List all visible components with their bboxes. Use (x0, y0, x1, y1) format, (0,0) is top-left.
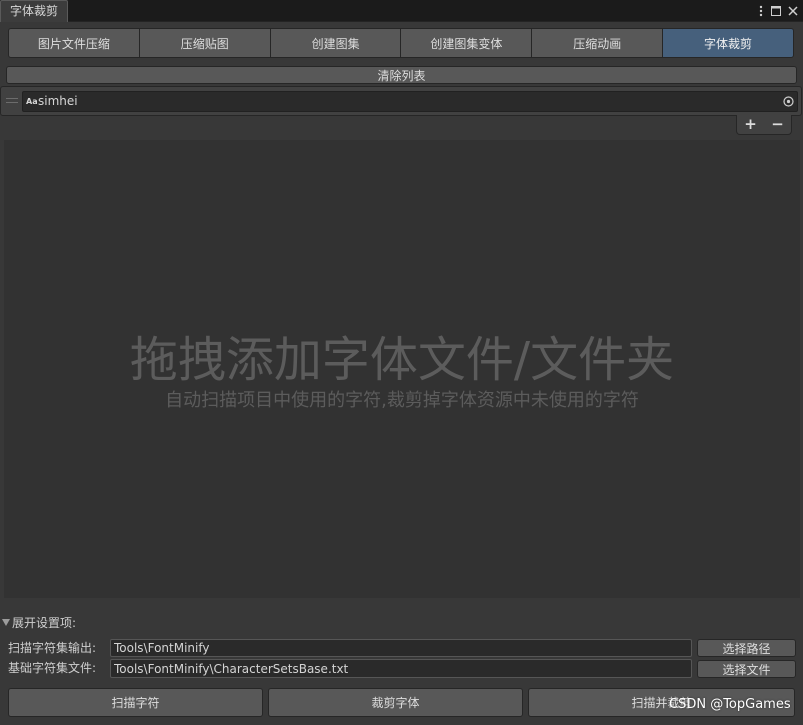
scan-output-path-field[interactable] (110, 639, 692, 657)
base-charset-file-field[interactable] (110, 659, 692, 678)
tab-create-atlas[interactable]: 创建图集 (269, 28, 402, 58)
settings-foldout[interactable]: 展开设置项: (2, 614, 76, 630)
tab-create-atlas-variant[interactable]: 创建图集变体 (400, 28, 533, 58)
trim-font-button[interactable]: 裁剪字体 (268, 688, 523, 717)
window-tab[interactable]: 字体裁剪 (0, 0, 68, 22)
tab-image-file-compress[interactable]: 图片文件压缩 (8, 28, 140, 58)
scan-output-label: 扫描字符集输出: (8, 641, 97, 655)
list-footer: + − (736, 115, 792, 135)
select-file-button[interactable]: 选择文件 (697, 660, 796, 678)
foldout-arrow-icon (2, 618, 10, 626)
font-object-field[interactable]: Aa simhei (22, 91, 798, 112)
tool-toolbar: 图片文件压缩 压缩贴图 创建图集 创建图集变体 压缩动画 字体裁剪 (8, 28, 794, 58)
drop-area-title: 拖拽添加字体文件/文件夹 (129, 332, 675, 388)
add-item-button[interactable]: + (737, 115, 764, 134)
tab-animation-compress[interactable]: 压缩动画 (531, 28, 664, 58)
object-picker-icon[interactable] (782, 95, 795, 108)
drag-handle-icon[interactable] (6, 98, 18, 103)
tab-font-trim[interactable]: 字体裁剪 (662, 28, 794, 58)
settings-foldout-label: 展开设置项: (12, 615, 77, 630)
drop-area-subtitle: 自动扫描项目中使用的字符,裁剪掉字体资源中未使用的字符 (165, 390, 639, 411)
more-vert-icon[interactable] (754, 4, 768, 18)
scan-characters-button[interactable]: 扫描字符 (8, 688, 263, 717)
window-tab-bar: 字体裁剪 (0, 0, 803, 22)
clear-list-button[interactable]: 清除列表 (6, 66, 797, 84)
font-object-name: simhei (38, 94, 78, 108)
maximize-icon[interactable] (769, 4, 783, 18)
drop-area[interactable]: 拖拽添加字体文件/文件夹 自动扫描项目中使用的字符,裁剪掉字体资源中未使用的字符 (4, 140, 800, 598)
tab-texture-compress[interactable]: 压缩贴图 (138, 28, 271, 58)
remove-item-button[interactable]: − (764, 115, 791, 134)
watermark: CSDN @TopGames (669, 697, 791, 712)
base-charset-label: 基础字符集文件: (8, 661, 97, 675)
select-path-button[interactable]: 选择路径 (697, 639, 796, 657)
font-asset-icon: Aa (26, 97, 38, 106)
close-icon[interactable] (786, 4, 800, 18)
font-list: Aa simhei (0, 86, 802, 116)
